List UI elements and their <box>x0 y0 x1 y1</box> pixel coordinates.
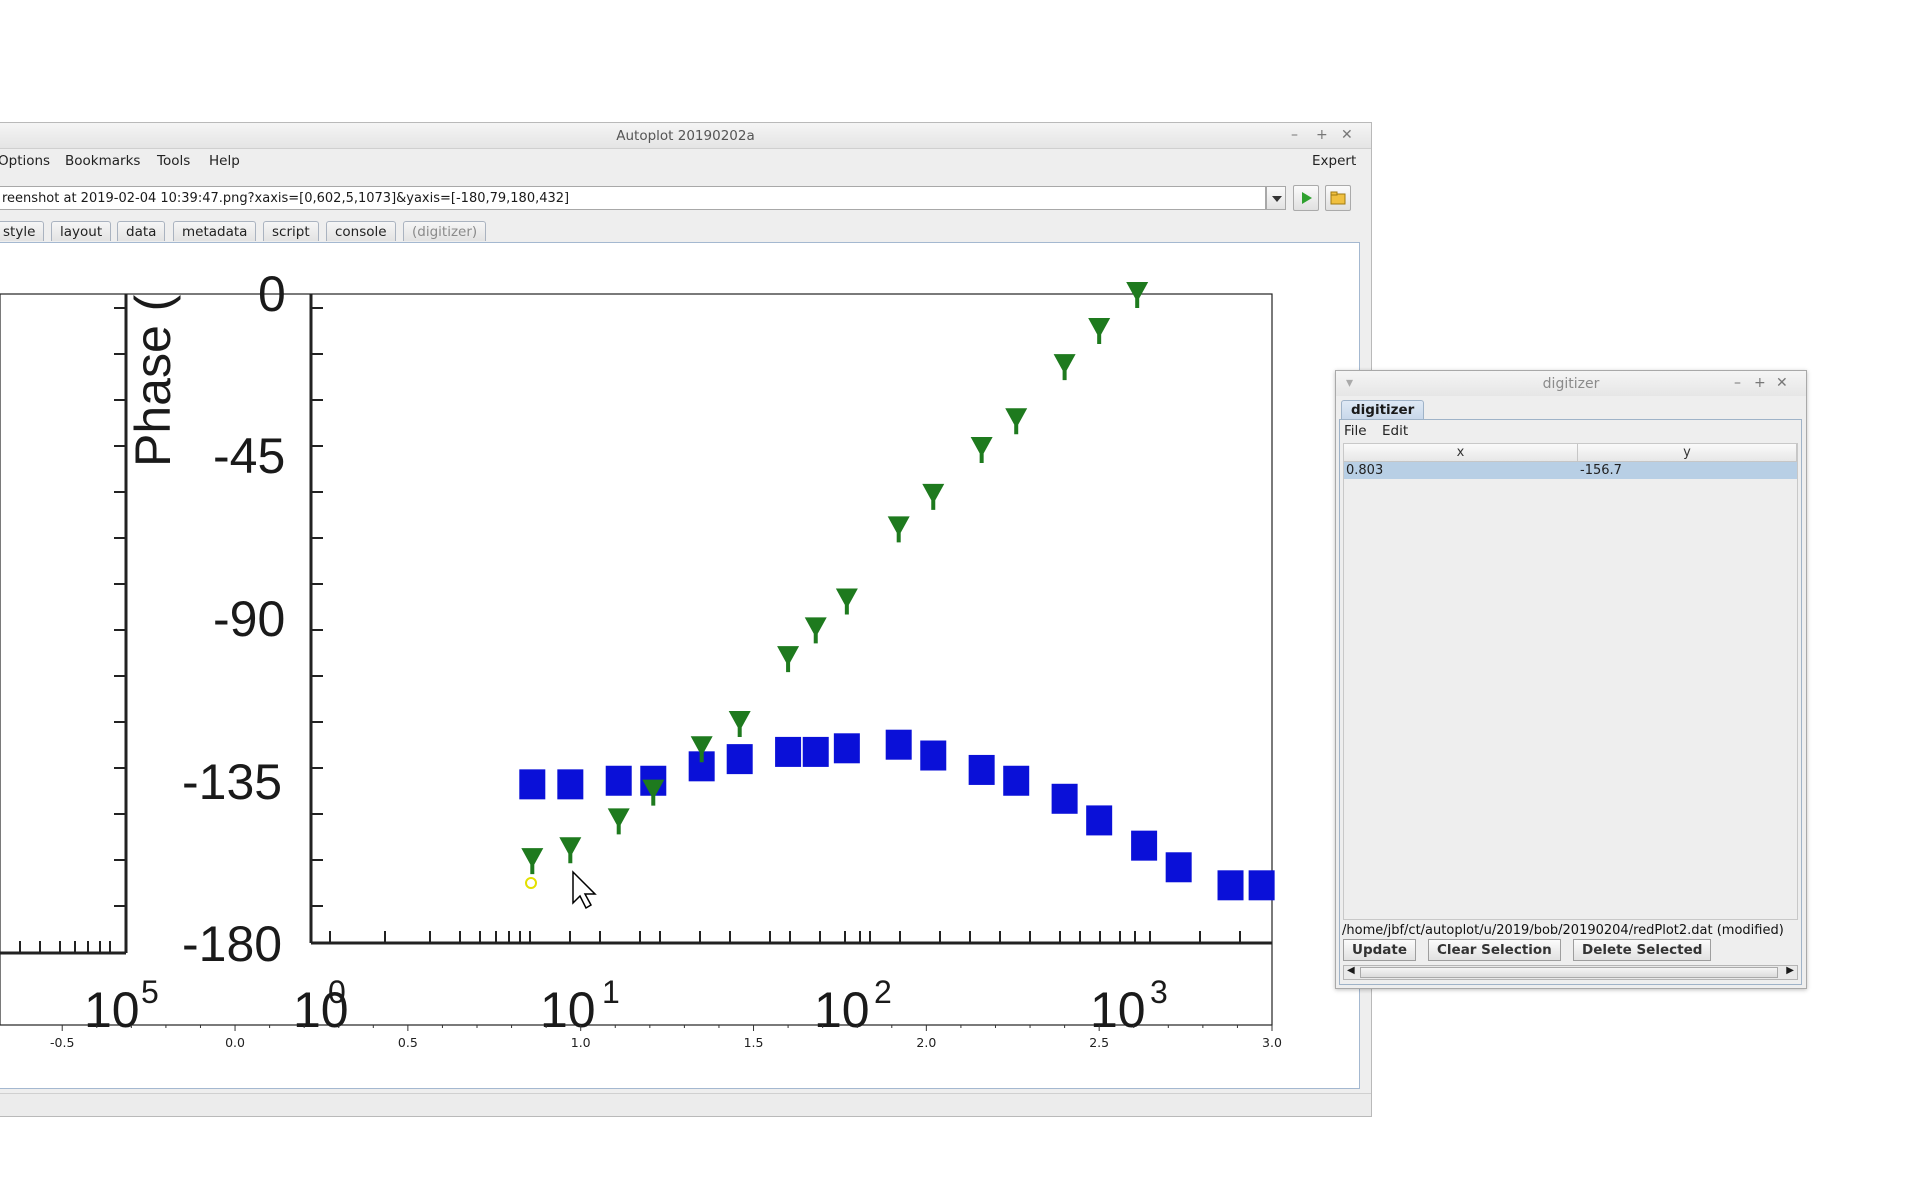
maximize-icon[interactable]: + <box>1316 127 1328 143</box>
digitizer-menu-edit[interactable]: Edit <box>1382 423 1408 439</box>
blue-square-marker <box>1131 830 1158 861</box>
blue-square-marker <box>775 736 802 767</box>
digitizer-tab[interactable]: digitizer <box>1341 400 1425 420</box>
digitizer-close-icon[interactable]: ✕ <box>1776 375 1788 391</box>
digitizer-window: ▾ digitizer – + ✕ digitizer File Edit x … <box>1335 370 1807 989</box>
table-row[interactable]: 0.803 -156.7 <box>1344 462 1797 479</box>
image-ytick-45: -45 <box>213 428 285 484</box>
image-ylabel: Phase ( <box>125 294 181 467</box>
image-left-xtick: 10 <box>84 982 140 1038</box>
column-header-y[interactable]: y <box>1578 444 1797 462</box>
go-button[interactable] <box>1293 185 1319 211</box>
x-axis-tick-label: 1.0 <box>571 1035 591 1050</box>
expert-menu[interactable]: Expert <box>1312 153 1356 169</box>
blue-square-marker <box>1217 870 1244 901</box>
tab-style[interactable]: style <box>0 221 45 241</box>
tab-script[interactable]: script <box>263 221 319 241</box>
x-axis-tick-label: 3.0 <box>1262 1035 1282 1050</box>
url-dropdown-button[interactable] <box>1266 186 1286 210</box>
menu-tools[interactable]: Tools <box>157 153 190 169</box>
image-ytick-180: -180 <box>182 916 282 972</box>
blue-square-marker <box>1086 805 1113 836</box>
blue-square-marker <box>1248 870 1275 901</box>
status-bar <box>0 1093 1371 1116</box>
digitizer-filename: /home/jbf/ct/autoplot/u/2019/bob/2019020… <box>1342 923 1784 938</box>
play-icon <box>1302 192 1312 204</box>
blue-square-marker <box>519 769 546 800</box>
digitizer-panel: File Edit x y 0.803 -156.7 /home/jbf/ct/… <box>1339 419 1802 985</box>
menubar: Options Bookmarks Tools Help Expert <box>0 148 1371 172</box>
plot-area[interactable]: Phase ( 0 -45 -90 -135 -180 10 5 10 0 10… <box>0 243 1360 1090</box>
tab-console[interactable]: console <box>326 221 396 241</box>
close-icon[interactable]: ✕ <box>1341 127 1353 143</box>
image-xexp-1: 1 <box>602 974 620 1010</box>
menu-help[interactable]: Help <box>209 153 240 169</box>
horizontal-scrollbar[interactable]: ◀ ▶ <box>1343 965 1798 980</box>
x-axis-tick-label: 2.5 <box>1089 1035 1109 1050</box>
window-title: Autoplot 20190202a <box>616 128 755 144</box>
x-axis-tick-label: 0.5 <box>398 1035 418 1050</box>
table-cell-y[interactable]: -156.7 <box>1580 463 1622 478</box>
image-ytick-135: -135 <box>182 754 282 810</box>
blue-square-marker <box>1051 783 1078 814</box>
browse-button[interactable] <box>1325 185 1351 211</box>
tab-metadata[interactable]: metadata <box>173 221 257 241</box>
blue-square-marker <box>726 744 753 775</box>
column-header-x[interactable]: x <box>1344 444 1578 462</box>
minimize-icon[interactable]: – <box>1291 127 1298 143</box>
blue-square-marker <box>833 733 860 764</box>
folder-icon <box>1330 191 1346 205</box>
tab-layout[interactable]: layout <box>51 221 112 241</box>
scroll-left-icon[interactable]: ◀ <box>1347 965 1355 976</box>
autoplot-window: Autoplot 20190202a – + ✕ Options Bookmar… <box>0 122 1372 1117</box>
blue-square-marker <box>557 769 584 800</box>
menu-options[interactable]: Options <box>0 153 50 169</box>
digitizer-menubar: File Edit <box>1340 420 1801 442</box>
blue-square-marker <box>1003 765 1030 796</box>
blue-square-marker <box>1165 852 1192 883</box>
digitizer-maximize-icon[interactable]: + <box>1754 375 1766 391</box>
x-axis-tick-label: 0.0 <box>225 1035 245 1050</box>
blue-square-marker <box>920 740 947 771</box>
image-xtick-2: 10 <box>814 982 870 1038</box>
delete-selected-button[interactable]: Delete Selected <box>1573 939 1712 961</box>
blue-square-marker <box>885 729 912 760</box>
image-xexp-0: 0 <box>328 974 346 1010</box>
scroll-right-icon[interactable]: ▶ <box>1786 965 1794 976</box>
main-titlebar[interactable]: Autoplot 20190202a – + ✕ <box>0 123 1371 149</box>
image-xtick-3b: 10 <box>1090 982 1146 1038</box>
x-axis-tick-label: 1.5 <box>744 1035 764 1050</box>
plot-canvas[interactable]: Phase ( 0 -45 -90 -135 -180 10 5 10 0 10… <box>0 242 1360 1089</box>
scroll-thumb[interactable] <box>1360 967 1778 978</box>
url-row: reenshot at 2019-02-04 10:39:47.png?xaxi… <box>0 185 1371 213</box>
image-xtick-1: 10 <box>540 982 596 1038</box>
digitizer-menu-file[interactable]: File <box>1344 423 1367 439</box>
image-left-xexp: 5 <box>141 974 159 1010</box>
image-xexp-2: 2 <box>874 974 892 1010</box>
table-cell-x[interactable]: 0.803 <box>1346 463 1383 478</box>
blue-square-marker <box>968 754 995 785</box>
tab-data[interactable]: data <box>117 221 166 241</box>
tab-strip: style layout data metadata script consol… <box>0 221 1371 242</box>
background-image: Phase ( 0 -45 -90 -135 -180 10 5 10 0 10… <box>0 266 1273 1038</box>
url-input[interactable]: reenshot at 2019-02-04 10:39:47.png?xaxi… <box>0 186 1266 210</box>
image-xexp-3: 3 <box>1150 974 1168 1010</box>
update-button[interactable]: Update <box>1343 939 1417 961</box>
menu-bookmarks[interactable]: Bookmarks <box>65 153 140 169</box>
image-ytick-0: 0 <box>258 266 286 322</box>
clear-selection-button[interactable]: Clear Selection <box>1428 939 1561 961</box>
x-axis-tick-label: -0.5 <box>50 1035 74 1050</box>
digitizer-table[interactable]: x y 0.803 -156.7 <box>1343 443 1798 920</box>
blue-square-marker <box>802 736 829 767</box>
x-axis-tick-label: 2.0 <box>916 1035 936 1050</box>
tab-digitizer[interactable]: (digitizer) <box>403 221 487 241</box>
image-ytick-90: -90 <box>213 591 285 647</box>
digitizer-titlebar[interactable]: ▾ digitizer – + ✕ <box>1336 371 1806 396</box>
digitizer-minimize-icon[interactable]: – <box>1734 375 1741 391</box>
blue-square-marker <box>605 765 632 796</box>
